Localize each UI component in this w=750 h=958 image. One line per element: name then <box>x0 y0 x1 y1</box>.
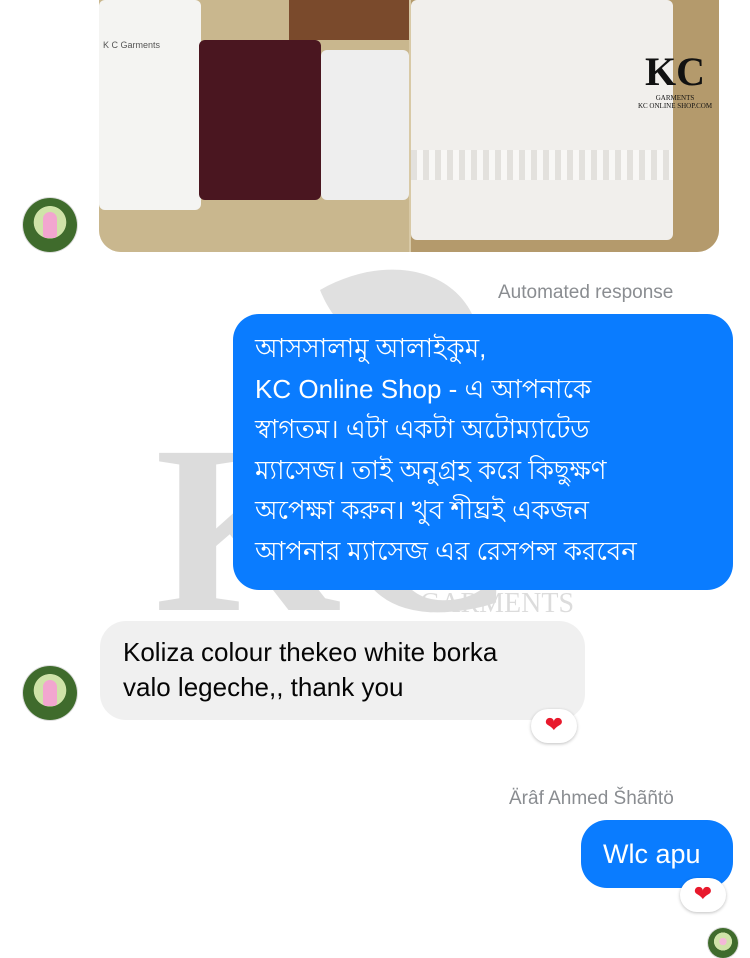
seen-avatar <box>708 928 738 958</box>
message-line: Koliza colour thekeo white borka <box>123 637 498 667</box>
brown-item <box>289 0 409 40</box>
white-package: K C Garments <box>99 0 201 210</box>
photo-left-panel: K C Garments <box>99 0 409 252</box>
message-line: আসসালামু আলাইকুম, <box>255 333 487 363</box>
logo-mark: KC <box>645 49 705 94</box>
logo-site: KC ONLINE SHOP.COM <box>637 102 713 110</box>
maroon-package <box>199 40 321 200</box>
message-line: স্বাগতম। এটা একটা অটোম্যাটেড <box>255 414 590 444</box>
heart-reaction[interactable]: ❤ <box>531 709 577 743</box>
photo-right-panel: KC GARMENTS KC ONLINE SHOP.COM <box>411 0 719 252</box>
message-line: KC Online Shop - এ আপনাকে <box>255 373 592 404</box>
svg-text:GARMENTS: GARMENTS <box>420 588 574 619</box>
white-package-2 <box>321 50 409 200</box>
message-line: valo legeche,, thank you <box>123 672 404 702</box>
message-line: ম্যাসেজ। তাই অনুগ্রহ করে কিছুক্ষণ <box>255 454 607 485</box>
heart-icon: ❤ <box>693 882 713 907</box>
kc-logo: KC GARMENTS KC ONLINE SHOP.COM <box>633 20 717 120</box>
product-photo[interactable]: K C Garments KC GARMENTS KC ONLINE SHOP.… <box>99 0 719 252</box>
customer-message-bubble[interactable]: Koliza colour thekeo white borka valo le… <box>100 621 585 720</box>
message-line: অপেক্ষা করুন। খুব শীঘ্রই একজন <box>255 495 589 525</box>
auto-message-bubble[interactable]: আসসালামু আলাইকুম, KC Online Shop - এ আপন… <box>233 314 733 590</box>
message-line: আপনার ম্যাসেজ এর রেসপন্স করবেন <box>255 535 637 566</box>
reply-text: Wlc apu <box>603 839 701 869</box>
sender-name: Ärâf Ahmed Šhãñtö <box>509 788 674 809</box>
logo-sub: GARMENTS <box>655 94 695 102</box>
customer-avatar[interactable] <box>23 198 77 252</box>
avatar-figure <box>43 212 57 238</box>
heart-icon: ❤ <box>544 713 564 738</box>
heart-reaction[interactable]: ❤ <box>680 878 726 912</box>
avatar-figure <box>43 680 57 706</box>
customer-avatar[interactable] <box>23 666 77 720</box>
lace-pattern <box>411 150 673 180</box>
package-label: K C Garments <box>103 40 161 50</box>
automated-response-label: Automated response <box>498 282 674 303</box>
